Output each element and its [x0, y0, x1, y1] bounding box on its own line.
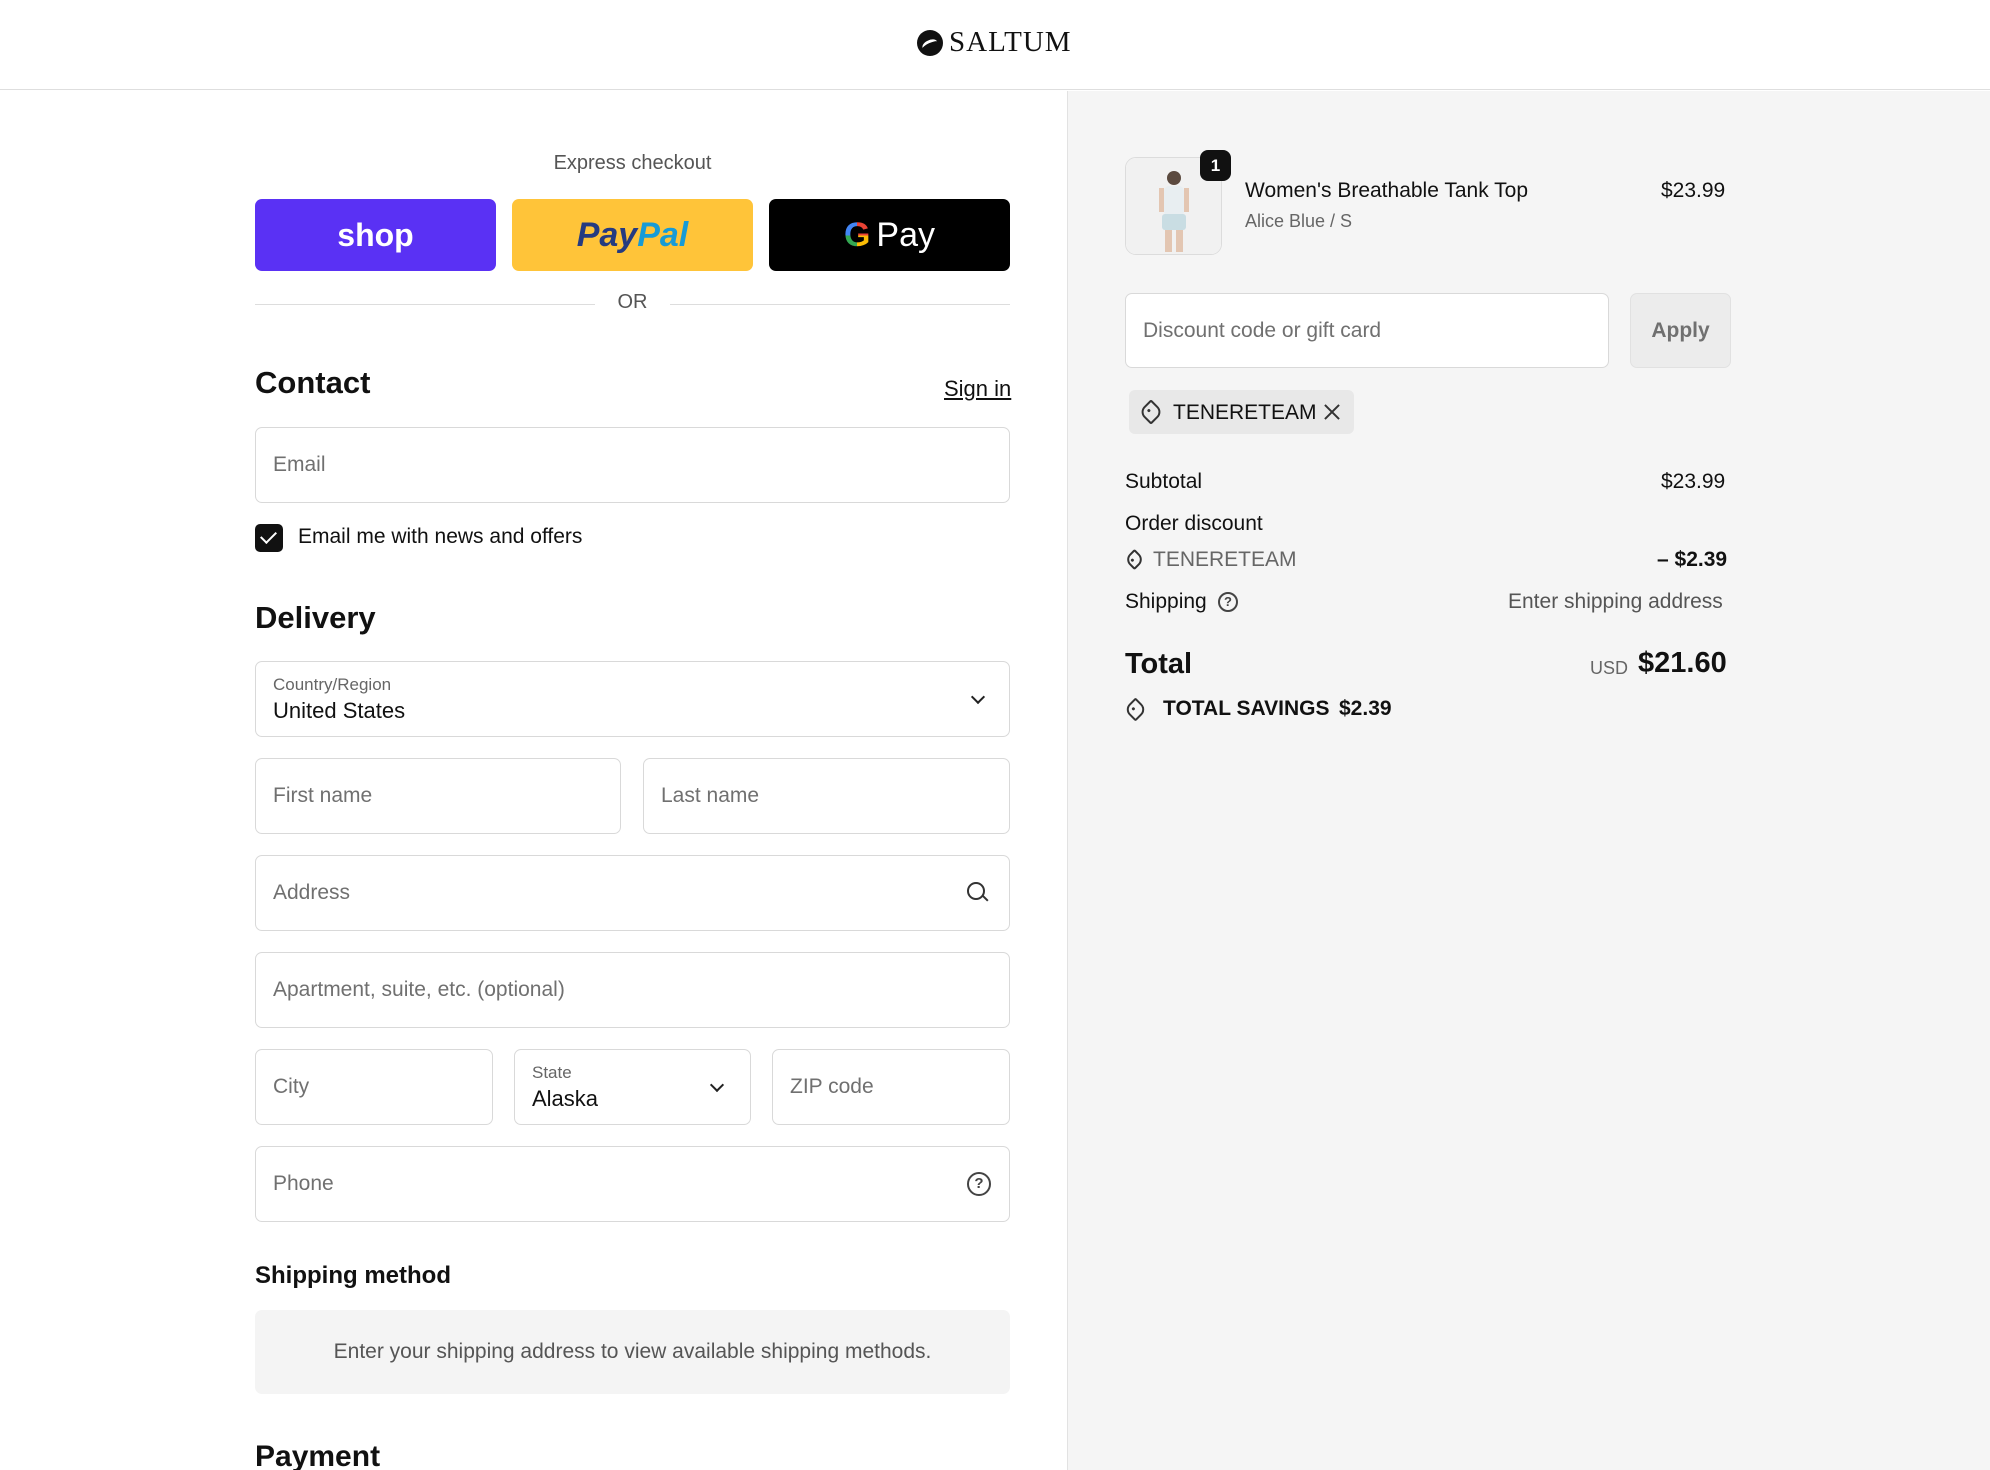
first-name-field[interactable]: First name	[255, 758, 621, 834]
shipping-method-message: Enter your shipping address to view avai…	[333, 1340, 932, 1363]
email-placeholder-text: Email	[273, 453, 326, 476]
help-icon[interactable]: ?	[967, 1172, 991, 1196]
google-pay-button[interactable]: G Pay	[769, 199, 1010, 271]
subtotal-label: Subtotal	[1125, 470, 1203, 493]
state-select[interactable]: State Alaska	[514, 1049, 751, 1125]
shop-pay-label: shop	[337, 216, 414, 253]
country-select[interactable]: Country/Region United States	[255, 661, 1010, 737]
discount-code-input[interactable]: Discount code or gift card	[1125, 293, 1609, 368]
contact-heading: Contact	[255, 365, 371, 400]
delivery-heading: Delivery	[255, 600, 376, 635]
address-placeholder: Address	[273, 881, 351, 904]
search-icon[interactable]	[967, 882, 989, 904]
shipping-method-notice: Enter your shipping address to view avai…	[255, 1310, 1010, 1394]
header: SALTUM	[0, 0, 1990, 90]
apartment-placeholder: Apartment, suite, etc. (optional)	[273, 978, 565, 1001]
shipping-value: Enter shipping address	[1508, 590, 1723, 613]
product-price: $23.99	[1661, 179, 1726, 202]
paypal-label-pay: Pay	[576, 215, 638, 254]
product-name: Women's Breathable Tank Top	[1245, 179, 1529, 202]
chevron-down-icon	[970, 689, 986, 705]
google-pay-label: Pay	[876, 215, 936, 254]
total-label: Total	[1125, 648, 1193, 680]
last-name-field[interactable]: Last name	[643, 758, 1010, 834]
city-field[interactable]: City	[255, 1049, 493, 1125]
payment-heading: Payment	[255, 1440, 381, 1470]
total-savings-label: TOTAL SAVINGS	[1163, 697, 1330, 720]
discount-value: – $2.39	[1657, 548, 1728, 571]
applied-code: TENERETEAM	[1173, 401, 1317, 424]
brand-mark-icon	[917, 29, 943, 56]
news-offers-checkbox[interactable]	[255, 524, 283, 552]
applied-discount-chip: TENERETEAM	[1129, 390, 1354, 434]
country-value: United States	[273, 698, 406, 723]
phone-field[interactable]: Phone ?	[255, 1146, 1010, 1222]
checkout-form: Express checkout shop Pay Pal G Pay OR Co…	[0, 91, 1067, 1470]
total-currency: USD	[1590, 658, 1629, 678]
paypal-label-pal: Pal	[637, 215, 689, 254]
state-label: State	[532, 1063, 572, 1082]
sign-in-link[interactable]: Sign in	[944, 376, 1011, 402]
state-value: Alaska	[532, 1086, 599, 1111]
remove-discount-icon[interactable]	[1323, 403, 1341, 421]
discount-code-label: TENERETEAM	[1153, 548, 1297, 571]
express-checkout-title: Express checkout	[553, 152, 712, 174]
product-variant: Alice Blue / S	[1245, 211, 1353, 231]
help-icon[interactable]: ?	[1218, 592, 1238, 612]
paypal-button[interactable]: Pay Pal	[512, 199, 753, 271]
chevron-down-icon	[709, 1077, 725, 1093]
apartment-field[interactable]: Apartment, suite, etc. (optional)	[255, 952, 1010, 1028]
shipping-label: Shipping	[1125, 590, 1207, 613]
total-savings-value: $2.39	[1339, 697, 1392, 720]
discount-placeholder: Discount code or gift card	[1143, 319, 1382, 342]
shop-pay-button[interactable]: shop	[255, 199, 496, 271]
or-label: OR	[617, 291, 648, 313]
google-g-icon: G	[843, 215, 871, 254]
shipping-method-heading: Shipping method	[255, 1262, 451, 1289]
total-value: $21.60	[1638, 647, 1727, 679]
or-divider: OR	[255, 291, 1010, 317]
brand-logo[interactable]: SALTUM	[917, 26, 1072, 59]
apply-discount-button[interactable]: Apply	[1630, 293, 1731, 368]
subtotal-value: $23.99	[1661, 470, 1726, 493]
first-name-placeholder: First name	[273, 784, 373, 807]
last-name-placeholder: Last name	[661, 784, 760, 807]
email-field[interactable]: Email	[255, 427, 1010, 503]
order-discount-label: Order discount	[1125, 512, 1263, 535]
tag-icon	[1138, 399, 1164, 425]
quantity-badge: 1	[1200, 150, 1231, 181]
brand-name: SALTUM	[949, 26, 1072, 58]
city-placeholder: City	[273, 1075, 310, 1098]
country-label: Country/Region	[273, 675, 392, 694]
address-field[interactable]: Address	[255, 855, 1010, 931]
zip-code-field[interactable]: ZIP code	[772, 1049, 1010, 1125]
zip-code-placeholder: ZIP code	[790, 1075, 874, 1098]
news-offers-label[interactable]: Email me with news and offers	[298, 525, 582, 549]
phone-placeholder: Phone	[273, 1172, 334, 1195]
